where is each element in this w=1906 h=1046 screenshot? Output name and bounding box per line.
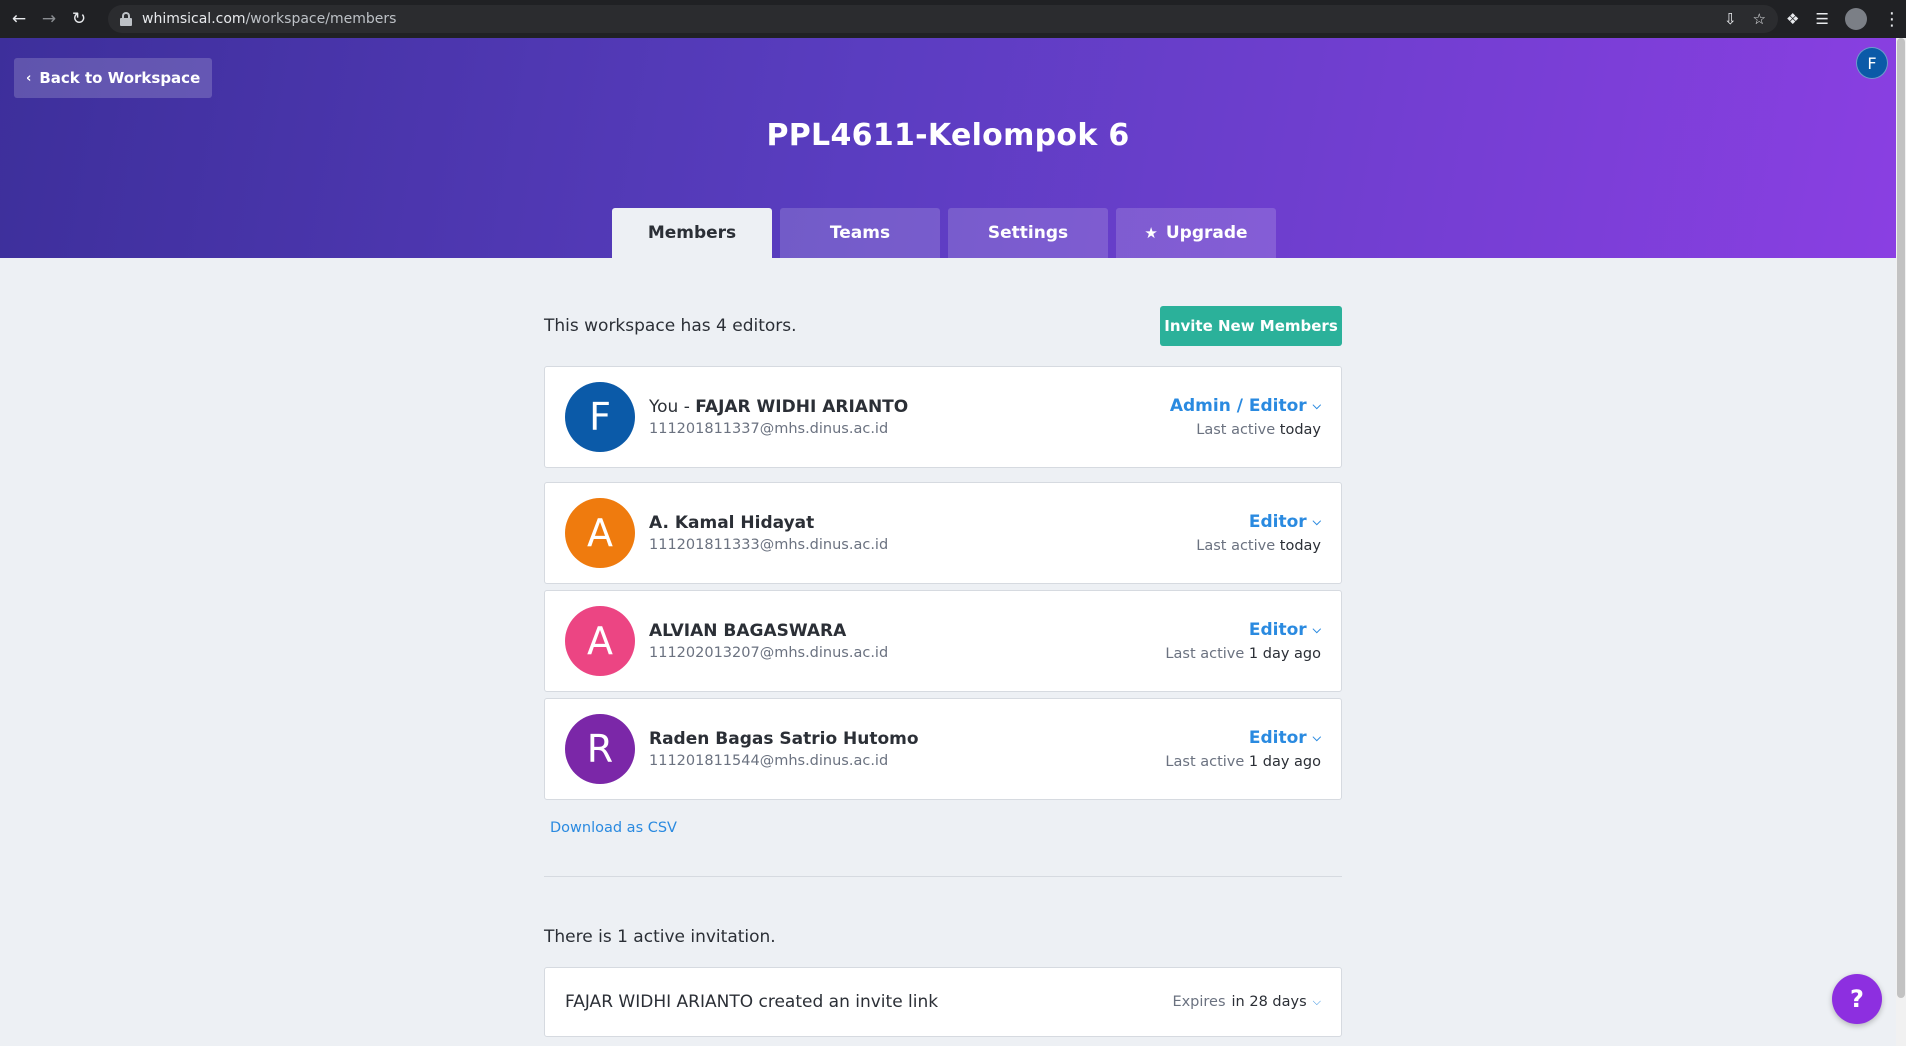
expires-label: Expires [1172,994,1226,1010]
scrollbar-thumb[interactable] [1897,38,1905,998]
last-active-label: Last active [1165,754,1245,770]
address-bar[interactable]: whimsical.com/workspace/members ⇩ ☆ [108,5,1778,33]
workspace-title: PPL4611-Kelompok 6 [766,118,1130,153]
browser-profile-avatar[interactable] [1844,8,1867,30]
tab-upgrade-label: Upgrade [1165,223,1248,243]
member-avatar: F [565,382,635,452]
media-icon[interactable]: ☰ [1815,10,1828,28]
back-arrow-icon[interactable]: ← [8,8,30,30]
member-card: A A. Kamal Hidayat 111201811333@mhs.dinu… [544,482,1342,584]
user-avatar[interactable]: F [1856,47,1888,79]
members-list: F You - FAJAR WIDHI ARIANTO 111201811337… [544,366,1342,800]
member-you-prefix: You - [649,397,696,417]
member-name: A. Kamal Hidayat [649,513,815,533]
tab-settings[interactable]: Settings [948,208,1108,258]
chevron-down-icon: ⌵ [1312,623,1321,636]
tab-upgrade[interactable]: ★ Upgrade [1116,208,1276,258]
member-role-dropdown[interactable]: Editor ⌵ [1165,728,1321,748]
member-role: Admin / Editor [1169,396,1307,416]
workspace-header: ‹ Back to Workspace F PPL4611-Kelompok 6… [0,38,1896,258]
member-last-active: Last active today [1170,422,1321,438]
chevron-down-icon: ⌵ [1312,995,1321,1008]
page-scrollbar[interactable] [1896,38,1906,1046]
member-name: You - FAJAR WIDHI ARIANTO [649,397,1170,417]
member-card: R Raden Bagas Satrio Hutomo 111201811544… [544,698,1342,800]
member-role: Editor [1248,512,1307,532]
last-active-label: Last active [1196,538,1276,554]
member-card: F You - FAJAR WIDHI ARIANTO 111201811337… [544,366,1342,468]
invite-new-members-button[interactable]: Invite New Members [1160,306,1342,346]
member-role-dropdown[interactable]: Admin / Editor ⌵ [1170,396,1321,416]
url-path: /workspace/members [245,11,397,27]
member-name: ALVIAN BAGASWARA [649,621,847,641]
url-host: whimsical.com [142,11,246,27]
last-active-value: today [1279,422,1321,438]
last-active-value: 1 day ago [1248,646,1321,662]
member-card: A ALVIAN BAGASWARA 111202013207@mhs.dinu… [544,590,1342,692]
member-last-active: Last active 1 day ago [1165,754,1321,770]
reload-icon[interactable]: ↻ [68,8,90,30]
member-last-active: Last active today [1196,538,1321,554]
lock-icon [120,12,132,26]
editors-summary: This workspace has 4 editors. [544,316,797,336]
member-email: 111202013207@mhs.dinus.ac.id [649,645,889,661]
last-active-value: today [1279,538,1321,554]
chevron-down-icon: ⌵ [1312,731,1321,744]
tab-members[interactable]: Members [612,208,772,258]
last-active-value: 1 day ago [1248,754,1321,770]
last-active-label: Last active [1165,646,1245,662]
invitation-description: FAJAR WIDHI ARIANTO created an invite li… [565,992,939,1012]
member-role: Editor [1248,620,1307,640]
back-to-workspace-button[interactable]: ‹ Back to Workspace [14,58,213,98]
member-last-active: Last active 1 day ago [1165,646,1321,662]
section-divider [544,876,1342,877]
invitation-card: FAJAR WIDHI ARIANTO created an invite li… [544,967,1342,1037]
expires-value: in 28 days [1231,994,1307,1010]
member-name: Raden Bagas Satrio Hutomo [649,729,919,749]
download-csv-link[interactable]: Download as CSV [550,820,1342,836]
member-role-dropdown[interactable]: Editor ⌵ [1196,512,1321,532]
member-avatar: R [565,714,635,784]
member-name-text: FAJAR WIDHI ARIANTO [695,397,909,417]
invitations-summary: There is 1 active invitation. [544,927,776,947]
back-to-workspace-label: Back to Workspace [39,69,201,87]
member-role: Editor [1248,728,1307,748]
extensions-icon[interactable]: ❖ [1786,10,1799,28]
tab-teams[interactable]: Teams [780,208,940,258]
invitation-expiry-dropdown[interactable]: Expires in 28 days ⌵ [1172,994,1321,1010]
bookmark-star-icon[interactable]: ☆ [1753,10,1766,28]
browser-toolbar: ← → ↻ whimsical.com/workspace/members ⇩ … [0,0,1906,38]
forward-arrow-icon[interactable]: → [38,8,60,30]
member-avatar: A [565,606,635,676]
install-icon[interactable]: ⇩ [1724,10,1737,28]
browser-menu-icon[interactable]: ⋮ [1883,9,1901,30]
workspace-tabs: Members Teams Settings ★ Upgrade [612,208,1276,258]
member-role-dropdown[interactable]: Editor ⌵ [1165,620,1321,640]
members-panel: This workspace has 4 editors. Invite New… [544,258,1342,1037]
help-button[interactable]: ? [1832,974,1882,1024]
chevron-left-icon: ‹ [26,70,32,86]
star-icon: ★ [1144,224,1158,242]
last-active-label: Last active [1196,422,1276,438]
chevron-down-icon: ⌵ [1312,515,1321,528]
member-email: 111201811544@mhs.dinus.ac.id [649,753,889,769]
member-email: 111201811333@mhs.dinus.ac.id [649,537,889,553]
member-email: 111201811337@mhs.dinus.ac.id [649,421,889,437]
member-avatar: A [565,498,635,568]
chevron-down-icon: ⌵ [1312,399,1321,412]
